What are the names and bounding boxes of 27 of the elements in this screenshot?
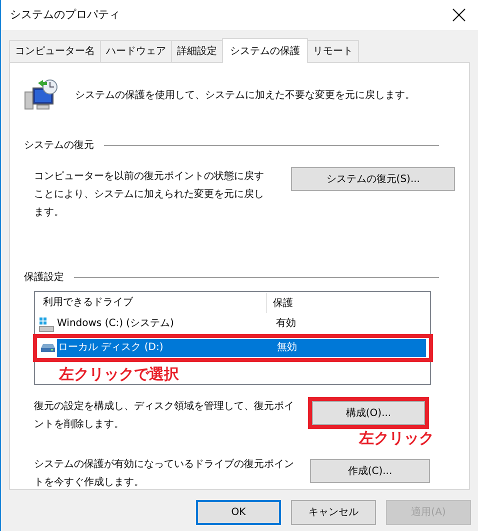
dialog-button[interactable]: OK xyxy=(196,500,281,525)
system-computer-drawing xyxy=(24,79,58,111)
system-drive-icon xyxy=(39,316,54,332)
annotation-label: 左クリック xyxy=(359,428,434,448)
protection-status: 有効 xyxy=(275,316,296,331)
system-restore-button[interactable]: システムの復元(S)... xyxy=(291,167,455,191)
restore-description: コンピューターを以前の復元ポイントの状態に戻すことにより、システムに加えられた変更を元に戻します。 xyxy=(34,170,265,220)
protection-status: 無効 xyxy=(276,340,297,355)
column-header: 保護 xyxy=(272,296,293,310)
tab[interactable]: システムの保護 xyxy=(222,38,308,63)
drive-name: Windows (C:) (システム) xyxy=(56,317,175,331)
window-title: システムのプロパティ xyxy=(10,6,120,23)
configure-description: 復元の設定を構成し、ディスク領域を管理して、復元ポイントを削除します。 xyxy=(34,400,295,432)
section-heading: システムの復元 xyxy=(24,139,94,153)
intro-text: システムの保護を使用して、システムに加えた不要な変更を元に戻します。 xyxy=(75,88,415,102)
tab[interactable]: コンピューター名 xyxy=(9,40,101,63)
create-description: システムの保護が有効になっているドライブの復元ポイントを今すぐ作成します。 xyxy=(34,458,295,490)
drive-row[interactable]: Windows (C:) (システム) 有効 xyxy=(35,314,430,334)
dialog-button[interactable]: キャンセル xyxy=(291,500,376,525)
configure-button[interactable]: 構成(O)... xyxy=(312,401,425,425)
create-button[interactable]: 作成(C)... xyxy=(310,459,430,483)
column-header: 利用できるドライブ xyxy=(35,293,267,313)
drive-icon xyxy=(41,344,55,352)
section-heading: 保護設定 xyxy=(24,270,64,285)
close-icon[interactable] xyxy=(452,8,466,22)
tab[interactable]: リモート xyxy=(307,40,359,63)
annotation-label: 左クリックで選択 xyxy=(59,364,180,384)
